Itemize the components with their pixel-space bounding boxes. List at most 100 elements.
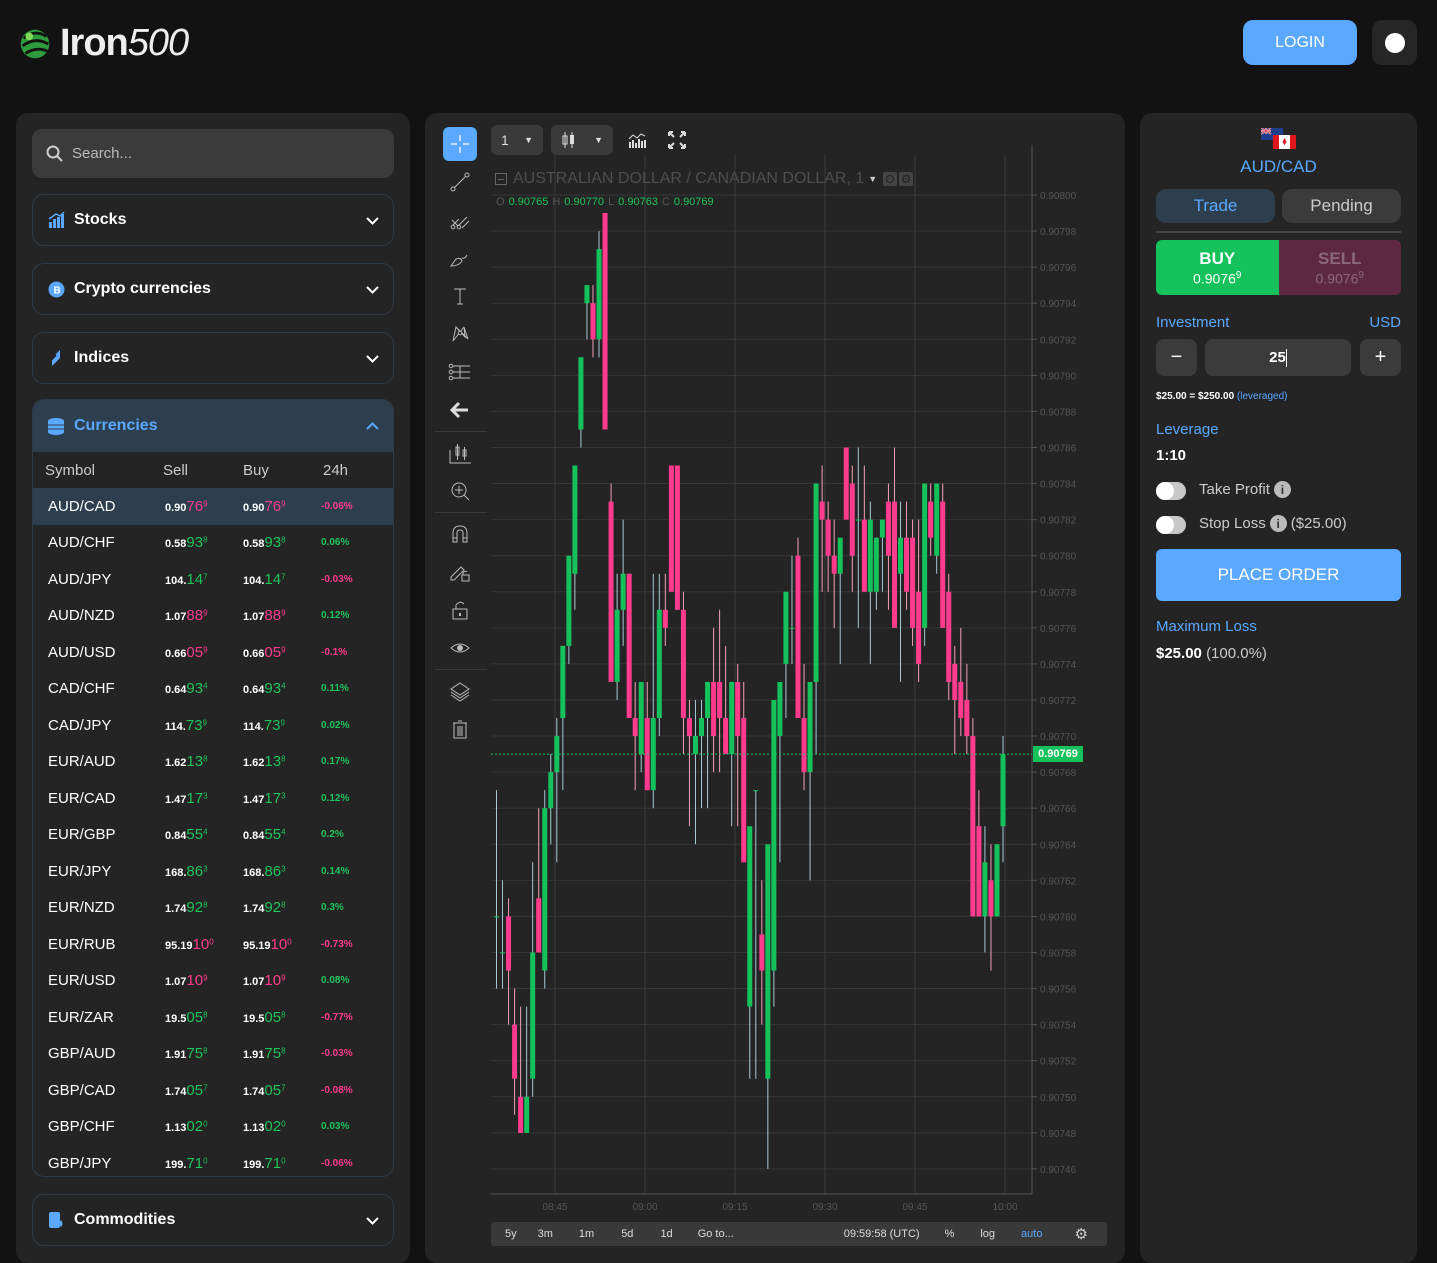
settings-gear-icon[interactable]: ⚙ [899,172,914,186]
currency-row[interactable]: CAD/CHF 0.64934 0.64934 0.11% [33,671,393,708]
sell-price-prefix: 0.58 [165,538,187,551]
logo[interactable]: Iron500 [16,22,189,65]
buy-button[interactable]: BUY 0.90769 [1156,240,1279,295]
collapse-legend-icon[interactable] [495,173,507,185]
sell-price-fraction: 7 [203,1083,208,1093]
symbol: EUR/JPY [48,862,112,880]
category-label: Commodities [74,1211,176,1228]
currency-row[interactable]: AUD/CAD 0.90769 0.90769 -0.06% [33,488,393,525]
settings-gear-icon[interactable]: ⚙ [1074,1225,1087,1243]
chart-panel: 1 ▼ ▼ 0.90800 0.90798 0.90796 0.90794 0.9079… [425,113,1125,1263]
sell-price-prefix: 114. [165,720,186,733]
candle-body [668,465,674,592]
candle-body [494,916,499,918]
currency-row[interactable]: EUR/NZD 1.74928 1.74928 0.3% [33,890,393,927]
buy-price-pips: 10 [270,935,288,953]
percent-toggle[interactable]: % [945,1228,955,1240]
search-input[interactable] [72,145,372,162]
currency-row[interactable]: AUD/USD 0.66059 0.66059 -0.1% [33,634,393,671]
currency-row[interactable]: AUD/JPY 104.147 104.147 -0.03% [33,561,393,598]
leverage-value[interactable]: 1:10 [1156,447,1186,464]
sell-price-pips: 05 [186,1008,204,1026]
category-commodities[interactable]: Commodities [32,1194,394,1246]
change-24h: 0.2% [321,829,344,841]
buy-price: 19.5058 [243,1009,321,1026]
buy-price-pips: 88 [264,607,282,625]
candle-body [518,1096,524,1133]
symbol: GBP/CHF [48,1118,115,1136]
tab-pending[interactable]: Pending [1282,189,1401,223]
buy-price: 114.739 [243,717,321,734]
currency-row[interactable]: EUR/ZAR 19.5058 19.5058 -0.77% [33,999,393,1036]
eye-icon[interactable] [883,172,898,186]
top-bar: Iron500 LOGIN [0,0,1437,90]
candle-body [801,718,807,773]
info-icon[interactable]: i [1273,481,1291,498]
currency-row[interactable]: AUD/NZD 1.07889 1.07889 0.12% [33,598,393,635]
candle-body [843,447,849,520]
tab-trade[interactable]: Trade [1156,189,1275,223]
currency-row[interactable]: EUR/AUD 1.62138 1.62138 0.17% [33,744,393,781]
buy-price-prefix: 199. [243,1158,265,1171]
close-value: 0.90769 [673,196,714,208]
sell-price-pip: 9 [1358,269,1364,281]
goto-button[interactable]: Go to... [698,1228,734,1240]
currency-row[interactable]: AUD/CHF 0.58938 0.58938 0.06% [33,525,393,562]
stop-loss-toggle[interactable] [1156,516,1186,534]
info-icon[interactable]: i [1269,515,1287,532]
currency-row[interactable]: GBP/JPY 199.710 199.710 -0.06% [33,1145,393,1176]
buy-price: 0.90769 [243,498,321,515]
category-stocks[interactable]: Stocks [32,194,394,246]
category-label: Crypto currencies [74,280,211,297]
buy-price-pips: 13 [264,753,282,771]
currency-row[interactable]: GBP/CHF 1.13020 1.13020 0.03% [33,1109,393,1146]
candle-body [674,465,680,610]
chart-legend: AUSTRALIAN DOLLAR / CANADIAN DOLLAR, 1 ▼… [495,170,914,188]
sell-price-fraction: 9 [203,608,208,618]
category-indices[interactable]: Indices [32,332,394,384]
currency-row[interactable]: EUR/RUB 95.19100 95.19100 -0.73% [33,926,393,963]
decrease-button[interactable]: − [1156,339,1197,376]
currency-row[interactable]: EUR/CAD 1.47173 1.47173 0.12% [33,780,393,817]
candle-body [904,537,910,592]
buy-price-fraction: 8 [281,900,286,910]
search-box[interactable] [32,129,394,178]
currency-row[interactable]: CAD/JPY 114.739 114.739 0.02% [33,707,393,744]
change-24h: 0.12% [321,792,350,804]
place-order-button[interactable]: PLACE ORDER [1156,549,1401,601]
range-3m[interactable]: 3m [538,1228,553,1240]
y-tick-label: 0.90746 [1040,1165,1077,1176]
currency-row[interactable]: EUR/USD 1.07109 1.07109 0.08% [33,963,393,1000]
auto-toggle[interactable]: auto [1021,1228,1042,1240]
range-1m[interactable]: 1m [579,1228,594,1240]
log-toggle[interactable]: log [980,1228,995,1240]
range-5d[interactable]: 5d [621,1228,633,1240]
currency-row[interactable]: GBP/AUD 1.91758 1.91758 -0.03% [33,1036,393,1073]
stop-loss-label: Stop Loss [1199,515,1266,532]
candlestick-chart[interactable]: 0.90800 0.90798 0.90796 0.90794 0.90792 0.907… [425,113,1125,1222]
candle-body [608,501,614,682]
coins-icon [47,417,65,435]
candle-body [873,537,879,592]
candle-body [891,501,897,628]
currency-row[interactable]: EUR/JPY 168.863 168.863 0.14% [33,853,393,890]
login-button[interactable]: LOGIN [1243,20,1357,65]
buy-price-pips: 92 [264,899,282,917]
candle-body [916,591,922,664]
currency-row[interactable]: GBP/CAD 1.74057 1.74057 -0.08% [33,1072,393,1109]
category-currencies[interactable]: Currencies [33,400,393,452]
take-profit-toggle[interactable] [1156,482,1186,500]
category-label: Indices [74,349,130,366]
category-crypto[interactable]: B Crypto currencies [32,263,394,315]
range-1d[interactable]: 1d [660,1228,672,1240]
theme-toggle-button[interactable] [1372,20,1417,65]
sell-price-pips: 93 [186,680,204,698]
candle-body [795,555,801,719]
range-5y[interactable]: 5y [505,1228,517,1240]
currency-row[interactable]: EUR/GBP 0.84554 0.84554 0.2% [33,817,393,854]
investment-input[interactable]: 25 [1205,339,1351,376]
sell-button[interactable]: SELL 0.90769 [1278,240,1401,295]
chart-symbol-title[interactable]: AUSTRALIAN DOLLAR / CANADIAN DOLLAR, 1 [513,170,864,188]
increase-button[interactable]: + [1360,339,1401,376]
caret-down-icon[interactable]: ▼ [868,174,877,184]
